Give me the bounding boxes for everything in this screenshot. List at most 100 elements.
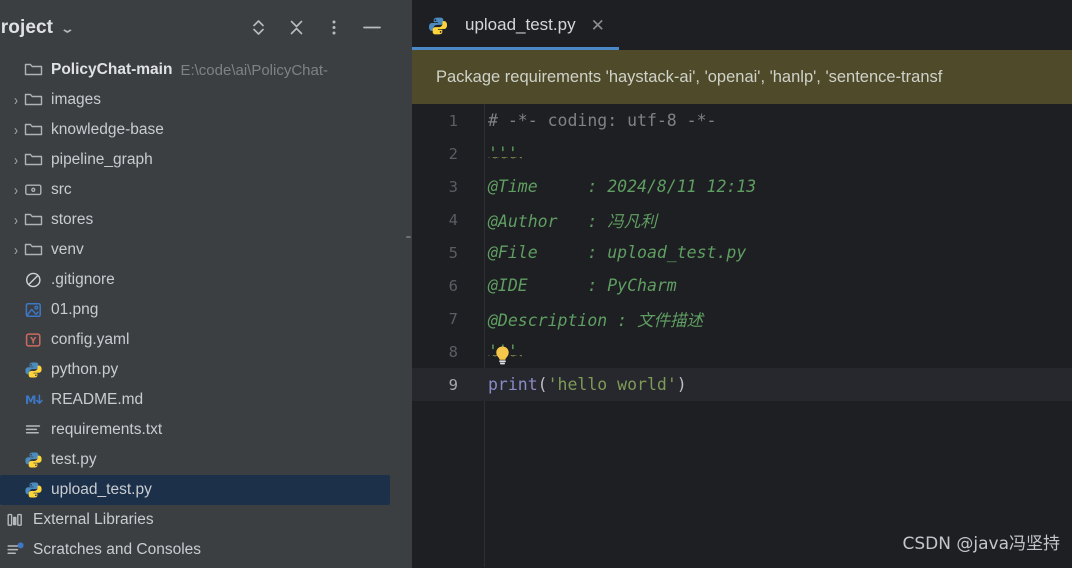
tree-label: Scratches and Consoles bbox=[33, 541, 202, 558]
chevron-right-icon[interactable]: › bbox=[8, 91, 24, 109]
project-path: E:\code\ai\PolicyChat- bbox=[180, 61, 329, 79]
inspection-squiggle: 〜〜〜〜〜 bbox=[488, 157, 522, 161]
code-line: 6 @IDE : PyCharm bbox=[412, 269, 1072, 302]
chevron-down-icon[interactable]: ⌄ bbox=[60, 22, 75, 36]
tree-row-01-png[interactable]: 01.png bbox=[0, 295, 405, 325]
project-panel-title[interactable]: Project ⌄ bbox=[0, 16, 75, 39]
code-line-content[interactable]: '''〜〜〜〜〜 bbox=[474, 144, 522, 163]
tree-row-requirements-txt[interactable]: requirements.txt bbox=[0, 415, 405, 445]
notification-text: Package requirements 'haystack-ai', 'ope… bbox=[436, 67, 943, 86]
scratches-icon bbox=[6, 541, 26, 559]
tree-row-config-yaml[interactable]: Y config.yaml bbox=[0, 325, 405, 355]
editor-tab-upload-test-py[interactable]: upload_test.py ✕ bbox=[412, 0, 619, 50]
expand-collapse-icon[interactable] bbox=[239, 9, 277, 47]
code-line-content[interactable]: '''〜〜〜〜〜 bbox=[474, 342, 522, 365]
folder-icon bbox=[24, 121, 44, 139]
code-line: 1 # -*- coding: utf-8 -*- bbox=[412, 104, 1072, 137]
image-file-icon bbox=[24, 301, 44, 319]
chevron-right-icon: › bbox=[8, 61, 24, 79]
folder-icon bbox=[24, 211, 44, 229]
csdn-watermark: CSDN @java冯坚持 bbox=[902, 534, 1061, 554]
pycharm-window: Project ⌄ › bbox=[0, 0, 1072, 568]
tree-label: config.yaml bbox=[51, 331, 130, 348]
line-number: 7 bbox=[448, 309, 458, 328]
tree-row-src[interactable]: › src bbox=[0, 175, 405, 205]
token-string: 'hello world' bbox=[547, 375, 677, 394]
code-line-content[interactable]: print('hello world') bbox=[474, 375, 687, 394]
code-line: 5 @File : upload_test.py bbox=[412, 236, 1072, 269]
code-line-content[interactable]: @Description : 文件描述 bbox=[474, 307, 703, 331]
line-number: 2 bbox=[448, 144, 458, 163]
tree-label: pipeline_graph bbox=[51, 151, 153, 168]
tree-label: test.py bbox=[51, 451, 97, 468]
project-panel-title-text: Project bbox=[0, 16, 54, 38]
token-comment: # -*- coding: utf-8 -*- bbox=[488, 111, 717, 130]
code-line-content[interactable]: @Author : 冯凡利 bbox=[474, 208, 657, 232]
tree-label: .gitignore bbox=[51, 271, 115, 288]
python-file-icon bbox=[428, 16, 448, 35]
tree-label: requirements.txt bbox=[51, 421, 163, 438]
code-line: 7 @Description : 文件描述 bbox=[412, 302, 1072, 335]
intention-bulb-icon[interactable] bbox=[493, 345, 512, 368]
minimize-icon[interactable] bbox=[353, 9, 391, 47]
token-docstring: @IDE : PyCharm bbox=[488, 276, 677, 295]
line-number: 4 bbox=[448, 210, 458, 229]
tree-row-readme-md[interactable]: M README.md bbox=[0, 385, 405, 415]
folder-icon bbox=[24, 151, 44, 169]
tree-label: README.md bbox=[51, 391, 144, 408]
collapse-all-icon[interactable] bbox=[277, 9, 315, 47]
line-number: 9 bbox=[448, 375, 458, 394]
token-docstring-cjk: 文件描述 bbox=[637, 310, 704, 330]
line-number: 5 bbox=[448, 243, 458, 262]
tree-row-knowledge-base[interactable]: › knowledge-base bbox=[0, 115, 405, 145]
project-panel-header: Project ⌄ bbox=[0, 0, 405, 55]
code-line-content[interactable]: @Time : 2024/8/11 12:13 bbox=[474, 177, 756, 196]
tree-row-scratches-and-consoles[interactable]: Scratches and Consoles bbox=[0, 535, 405, 565]
code-line-content[interactable]: # -*- coding: utf-8 -*- bbox=[474, 111, 716, 130]
chevron-right-icon[interactable]: › bbox=[8, 151, 24, 169]
svg-text:M: M bbox=[25, 393, 36, 407]
tree-row-python-py[interactable]: python.py bbox=[0, 355, 405, 385]
code-line-current: 9 print('hello world') bbox=[412, 368, 1072, 401]
code-line: 4 @Author : 冯凡利 bbox=[412, 203, 1072, 236]
sidebar-editor-splitter[interactable] bbox=[405, 0, 412, 568]
python-file-icon bbox=[24, 451, 44, 469]
tree-row-project-root[interactable]: › PolicyChat-main E:\code\ai\PolicyChat- bbox=[0, 55, 405, 85]
python-file-icon bbox=[24, 361, 44, 379]
tree-row-pipeline-graph[interactable]: › pipeline_graph bbox=[0, 145, 405, 175]
tree-label: images bbox=[51, 91, 101, 108]
code-line: 2 '''〜〜〜〜〜 bbox=[412, 137, 1072, 170]
more-options-icon[interactable] bbox=[315, 9, 353, 47]
token-docstring: @Author : bbox=[488, 211, 608, 231]
chevron-right-icon[interactable]: › bbox=[8, 121, 24, 139]
folder-icon bbox=[24, 241, 44, 259]
code-editor[interactable]: 1 # -*- coding: utf-8 -*- 2 '''〜〜〜〜〜 3 @… bbox=[412, 104, 1072, 567]
gitignore-icon bbox=[24, 271, 44, 289]
line-number: 3 bbox=[448, 177, 458, 196]
token-paren-close: ) bbox=[676, 375, 687, 394]
code-line: 3 @Time : 2024/8/11 12:13 bbox=[412, 170, 1072, 203]
close-icon[interactable]: ✕ bbox=[591, 17, 605, 34]
chevron-right-icon[interactable]: › bbox=[8, 241, 24, 259]
code-line-content[interactable]: @IDE : PyCharm bbox=[474, 276, 677, 295]
token-function: print bbox=[488, 375, 538, 394]
tree-label: 01.png bbox=[51, 301, 99, 318]
line-number: 6 bbox=[448, 276, 458, 295]
code-line-content[interactable]: @File : upload_test.py bbox=[474, 243, 746, 262]
tree-row-upload-test-py[interactable]: upload_test.py bbox=[0, 475, 390, 505]
tree-row-venv[interactable]: › venv bbox=[0, 235, 405, 265]
tree-row-gitignore[interactable]: .gitignore bbox=[0, 265, 405, 295]
code-line: 8 '''〜〜〜〜〜 bbox=[412, 335, 1072, 368]
yaml-file-icon: Y bbox=[24, 331, 44, 349]
tree-label: venv bbox=[51, 241, 84, 258]
chevron-right-icon[interactable]: › bbox=[8, 211, 24, 229]
tree-row-external-libraries[interactable]: External Libraries bbox=[0, 505, 405, 535]
token-docstring: @Time : 2024/8/11 12:13 bbox=[488, 177, 757, 196]
tree-row-stores[interactable]: › stores bbox=[0, 205, 405, 235]
tree-row-test-py[interactable]: test.py bbox=[0, 445, 405, 475]
chevron-right-icon[interactable]: › bbox=[8, 181, 24, 199]
tree-row-images[interactable]: › images bbox=[0, 85, 405, 115]
token-docstring: @Description : bbox=[488, 310, 638, 330]
package-requirements-notification[interactable]: Package requirements 'haystack-ai', 'ope… bbox=[412, 50, 1072, 104]
tree-label: External Libraries bbox=[33, 511, 154, 528]
